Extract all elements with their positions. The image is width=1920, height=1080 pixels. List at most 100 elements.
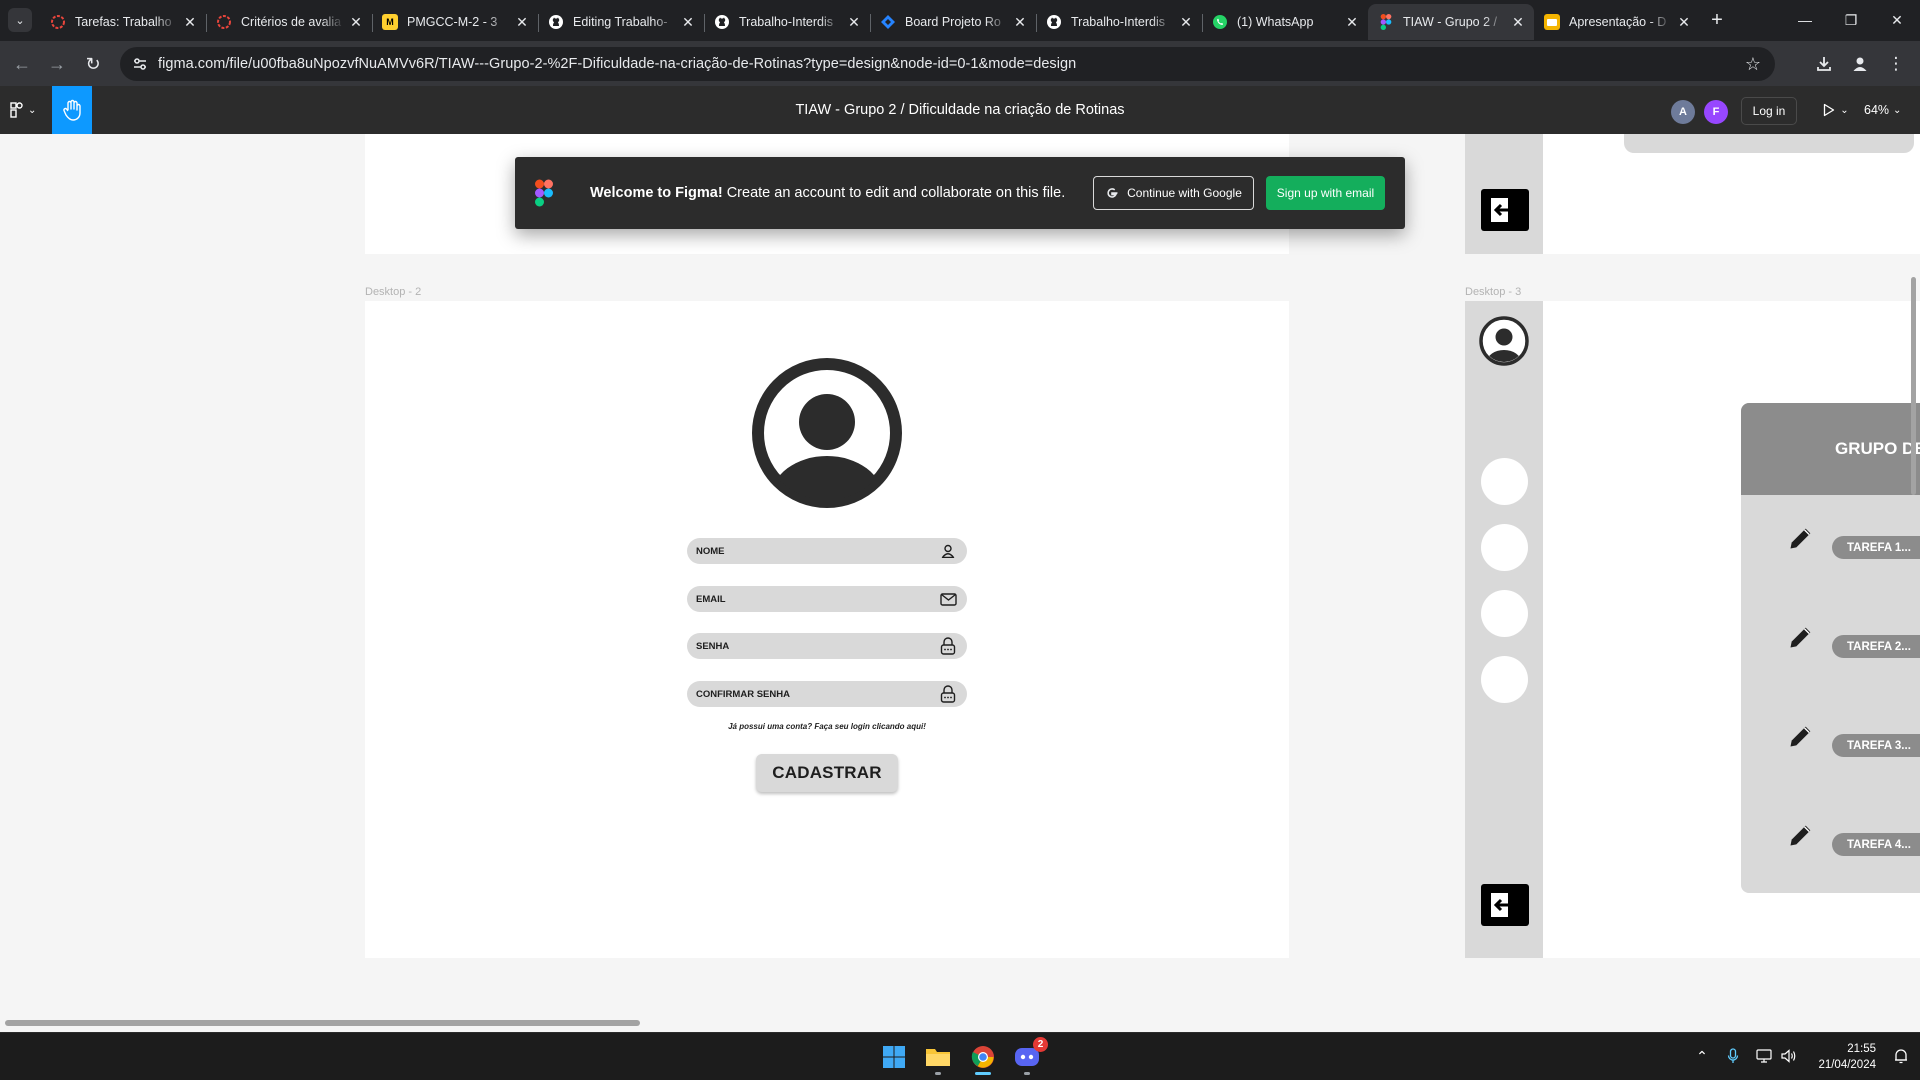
notification-badge: 2 (1033, 1037, 1048, 1052)
avatar[interactable]: A (1671, 100, 1695, 124)
minimize-icon[interactable]: — (1782, 0, 1828, 40)
address-bar[interactable]: figma.com/file/u00fba8uNpozvfNuAMVv6R/TI… (120, 47, 1775, 81)
tab-search-button[interactable]: ⌄ (8, 8, 32, 32)
url-text[interactable]: figma.com/file/u00fba8uNpozvfNuAMVv6R/TI… (158, 56, 1739, 72)
welcome-banner: Welcome to Figma! Create an account to e… (515, 157, 1405, 229)
user-avatar-icon (752, 358, 902, 508)
name-field[interactable]: NOME (687, 538, 967, 564)
present-button[interactable]: ⌄ (1818, 98, 1854, 122)
password-field[interactable]: SENHA (687, 633, 967, 659)
field-label: SENHA (696, 640, 730, 652)
windows-start-icon[interactable] (876, 1039, 912, 1075)
chrome-icon[interactable] (965, 1039, 1001, 1075)
volume-icon[interactable] (1779, 1046, 1799, 1066)
chevron-up-icon[interactable]: ⌃ (1692, 1046, 1712, 1066)
horizontal-scrollbar[interactable] (5, 1020, 640, 1026)
pencil-icon[interactable] (1787, 722, 1815, 750)
close-tab-icon[interactable]: ✕ (1344, 14, 1360, 30)
logout-icon[interactable] (1481, 189, 1529, 231)
browser-tab[interactable]: Trabalho-Interdis ✕ (1036, 4, 1202, 40)
user-icon (939, 542, 957, 560)
notification-bell-icon[interactable] (1891, 1046, 1911, 1066)
main-menu-button[interactable]: ⌄ (10, 98, 44, 122)
tab-title: PMGCC-M-2 - 3 (407, 15, 498, 29)
tab-list: Tarefas: Trabalho ✕ Critérios de avalia … (40, 4, 1700, 41)
pencil-icon[interactable] (1787, 821, 1815, 849)
task-item[interactable]: TAREFA 2... (1832, 635, 1920, 658)
profile-icon[interactable] (1847, 51, 1873, 77)
close-tab-icon[interactable]: ✕ (1012, 14, 1028, 30)
log-in-button[interactable]: Log in (1741, 97, 1797, 125)
task-group-header: GRUPO DE (1741, 403, 1920, 495)
restore-icon[interactable]: ❐ (1828, 0, 1874, 40)
browser-tab[interactable]: Trabalho-Interdis ✕ (704, 4, 870, 40)
vertical-scrollbar[interactable] (1911, 277, 1916, 495)
profile-avatar-icon[interactable] (1479, 316, 1529, 366)
pencil-icon[interactable] (1787, 524, 1815, 552)
close-tab-icon[interactable]: ✕ (182, 14, 198, 30)
kebab-menu-icon[interactable]: ⋮ (1883, 51, 1909, 77)
browser-tab-strip: ⌄ Tarefas: Trabalho ✕ Critérios de avali… (0, 0, 1920, 41)
close-tab-icon[interactable]: ✕ (514, 14, 530, 30)
login-link[interactable]: Já possui uma conta? Faça seu login clic… (687, 722, 967, 731)
sidebar-nav-circle[interactable] (1481, 656, 1528, 703)
close-tab-icon[interactable]: ✕ (846, 14, 862, 30)
browser-tab[interactable]: (1) WhatsApp ✕ (1202, 4, 1368, 40)
cadastrar-button[interactable]: CADASTRAR (756, 754, 898, 792)
moodle-ring-icon (50, 14, 66, 30)
github-icon (1046, 14, 1062, 30)
sidebar-nav-circle[interactable] (1481, 458, 1528, 505)
running-indicator (1024, 1072, 1030, 1075)
close-tab-icon[interactable]: ✕ (1510, 14, 1526, 30)
download-icon[interactable] (1811, 51, 1837, 77)
close-tab-icon[interactable]: ✕ (1178, 14, 1194, 30)
bookmark-star-icon[interactable]: ☆ (1739, 50, 1767, 78)
close-tab-icon[interactable]: ✕ (348, 14, 364, 30)
task-item[interactable]: TAREFA 3... (1832, 734, 1920, 757)
document-title: TIAW - Grupo 2 / Dificuldade na criação … (795, 102, 1125, 118)
chevron-down-icon: ⌄ (28, 104, 37, 116)
sidebar-nav-circle[interactable] (1481, 590, 1528, 637)
discord-icon[interactable]: 2 (1009, 1037, 1048, 1075)
slides-icon (1544, 14, 1560, 30)
continue-with-google-button[interactable]: Continue with Google (1093, 176, 1254, 210)
field-label: CONFIRMAR SENHA (696, 688, 790, 700)
close-tab-icon[interactable]: ✕ (680, 14, 696, 30)
browser-tab[interactable]: Board Projeto Ro ✕ (870, 4, 1036, 40)
browser-tab[interactable]: Critérios de avalia ✕ (206, 4, 372, 40)
play-icon (1824, 103, 1835, 117)
file-explorer-icon[interactable] (920, 1039, 956, 1075)
zoom-menu[interactable]: 64% ⌄ (1864, 98, 1914, 122)
browser-tab[interactable]: M PMGCC-M-2 - 3 ✕ (372, 4, 538, 40)
reload-icon[interactable]: ↻ (80, 51, 106, 77)
welcome-message: Welcome to Figma! Create an account to e… (590, 185, 1065, 201)
design-canvas[interactable]: Welcome to Figma! Create an account to e… (0, 134, 1920, 1032)
sidebar-nav-circle[interactable] (1481, 524, 1528, 571)
confirm-password-field[interactable]: CONFIRMAR SENHA (687, 681, 967, 707)
new-tab-button[interactable]: + (1705, 9, 1729, 33)
microphone-icon[interactable] (1723, 1046, 1743, 1066)
hand-tool-button[interactable] (52, 86, 92, 134)
site-settings-icon[interactable] (126, 50, 154, 78)
task-item[interactable]: TAREFA 1... (1832, 536, 1920, 559)
system-clock[interactable]: 21:55 21/04/2024 (1806, 1041, 1876, 1073)
pencil-icon[interactable] (1787, 623, 1815, 651)
frame-label[interactable]: Desktop - 2 (365, 286, 421, 298)
task-item[interactable]: TAREFA 4... (1832, 833, 1920, 856)
tab-title: (1) WhatsApp (1237, 15, 1314, 29)
browser-tab[interactable]: Tarefas: Trabalho ✕ (40, 4, 206, 40)
back-arrow-icon[interactable]: ← (9, 51, 35, 77)
close-window-icon[interactable]: ✕ (1874, 0, 1920, 40)
browser-tab-active[interactable]: TIAW - Grupo 2 / ✕ (1368, 4, 1534, 40)
forward-arrow-icon[interactable]: → (44, 51, 70, 77)
whatsapp-icon (1212, 14, 1228, 30)
browser-tab[interactable]: Apresentação - D ✕ (1534, 4, 1700, 40)
browser-tab[interactable]: Editing Trabalho- ✕ (538, 4, 704, 40)
network-icon[interactable] (1754, 1046, 1774, 1066)
frame-label[interactable]: Desktop - 3 (1465, 286, 1521, 298)
logout-icon[interactable] (1481, 884, 1529, 926)
avatar[interactable]: F (1704, 100, 1728, 124)
close-tab-icon[interactable]: ✕ (1676, 14, 1692, 30)
email-field[interactable]: EMAIL (687, 586, 967, 612)
sign-up-with-email-button[interactable]: Sign up with email (1266, 176, 1385, 210)
